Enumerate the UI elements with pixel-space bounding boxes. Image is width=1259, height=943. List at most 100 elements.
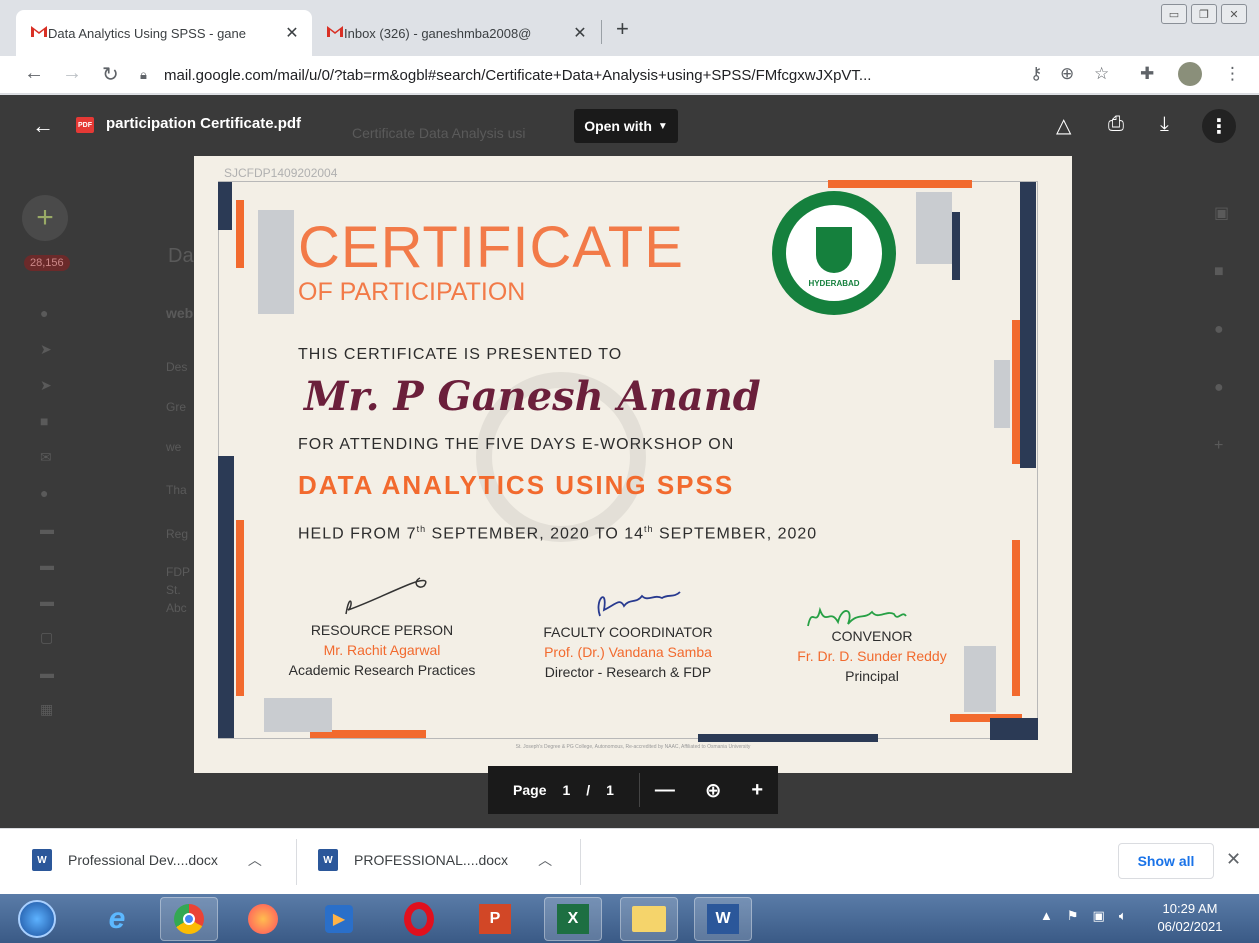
signatory-role: FACULTY COORDINATOR xyxy=(543,624,713,640)
decor-bar xyxy=(258,210,294,314)
chevron-up-icon[interactable]: ︿ xyxy=(538,850,552,870)
gmail-right-panel-icons: ▣ ■ ● ● + xyxy=(1214,205,1230,454)
tab-title: Data Analytics Using SPSS - gane xyxy=(48,25,246,41)
close-icon[interactable]: ✕ xyxy=(1226,849,1241,870)
action-center-icon[interactable]: ⚑ xyxy=(1067,908,1079,924)
start-button[interactable] xyxy=(8,897,66,941)
media-player-icon: ▶ xyxy=(325,905,353,933)
zoom-icon[interactable]: ⊕ xyxy=(1060,64,1074,84)
opera-icon xyxy=(404,902,434,936)
email-line: Gre xyxy=(166,400,187,414)
download-bar: W Professional Dev....docx ︿ W PROFESSIO… xyxy=(0,828,1259,894)
decor-bar xyxy=(1012,540,1020,696)
print-icon[interactable]: ⎙ xyxy=(1108,113,1124,136)
menu-icon[interactable]: ⋮ xyxy=(1224,64,1241,84)
taskbar-chrome[interactable] xyxy=(160,897,218,941)
download-item[interactable]: W Professional Dev....docx ︿ xyxy=(32,849,262,871)
viewer-header: ← PDF participation Certificate.pdf Open… xyxy=(0,95,1259,155)
zoom-reset-icon[interactable]: ⊕ xyxy=(705,778,722,803)
signatory-role: RESOURCE PERSON xyxy=(310,622,454,638)
profile-avatar[interactable] xyxy=(1178,62,1202,86)
taskbar-media-player[interactable]: ▶ xyxy=(310,897,368,941)
back-arrow-icon[interactable]: ← xyxy=(32,113,54,139)
close-tab-icon[interactable]: ✕ xyxy=(572,23,588,43)
zoom-in-icon[interactable]: + xyxy=(751,779,763,802)
signatory-name: Fr. Dr. D. Sunder Reddy xyxy=(797,648,947,664)
browser-tab-bar: Data Analytics Using SPSS - gane ✕ Inbox… xyxy=(0,0,1259,56)
email-line: St. xyxy=(166,583,181,597)
folder-icon xyxy=(632,906,666,932)
network-icon[interactable]: ▣ xyxy=(1093,908,1105,924)
system-tray: ▲ ⚑ ▣ 🔈︎ xyxy=(1040,908,1127,924)
clock-date: 06/02/2021 xyxy=(1157,919,1223,934)
taskbar-word[interactable]: W xyxy=(694,897,752,941)
download-icon[interactable]: ⤓ xyxy=(1160,113,1169,136)
held-dates: HELD FROM 7th SEPTEMBER, 2020 TO 14th SE… xyxy=(298,524,818,543)
pdf-file-icon: PDF xyxy=(76,117,94,133)
zoom-out-icon[interactable]: — xyxy=(655,779,675,802)
reload-icon[interactable]: ↻ xyxy=(102,62,119,87)
system-clock[interactable]: 10:29 AM 06/02/2021 xyxy=(1150,900,1230,936)
taskbar-explorer[interactable] xyxy=(620,897,678,941)
word-doc-icon: W xyxy=(32,849,52,871)
lock-icon: 🔒︎ xyxy=(140,67,147,82)
taskbar-ie[interactable]: e xyxy=(88,897,146,941)
volume-icon[interactable]: 🔈︎ xyxy=(1119,908,1127,924)
open-with-button[interactable]: Open with ▼ xyxy=(574,109,678,143)
restore-button[interactable]: ❐ xyxy=(1191,4,1217,24)
decor-bar xyxy=(264,698,332,732)
minimize-button[interactable]: ▭ xyxy=(1161,4,1187,24)
show-all-button[interactable]: Show all xyxy=(1118,843,1214,879)
new-tab-button[interactable]: + xyxy=(616,16,629,42)
back-icon[interactable]: ← xyxy=(24,62,44,85)
bookmark-star-icon[interactable]: ☆ xyxy=(1094,64,1109,84)
email-sender: web xyxy=(166,305,194,321)
decor-bar xyxy=(1020,182,1036,468)
certificate-id: SJCFDP1409202004 xyxy=(224,166,338,180)
college-seal-logo: HYDERABAD xyxy=(772,191,896,315)
email-line: Des xyxy=(166,360,188,374)
divider xyxy=(296,839,297,885)
close-window-button[interactable]: ✕ xyxy=(1221,4,1247,24)
windows-taskbar: e ▶ P X W ▲ ⚑ ▣ 🔈︎ 10:29 AM 06/02/2021 xyxy=(0,894,1259,943)
presented-to-text: THIS CERTIFICATE IS PRESENTED TO xyxy=(298,346,623,363)
key-icon[interactable]: ⚷ xyxy=(1030,64,1042,84)
decor-bar xyxy=(952,212,960,280)
tray-expand-icon[interactable]: ▲ xyxy=(1040,908,1053,924)
internet-explorer-icon: e xyxy=(108,902,126,935)
page-current[interactable]: 1 xyxy=(562,782,570,798)
compose-icon: + xyxy=(22,195,68,241)
address-bar[interactable]: 🔒︎ mail.google.com/mail/u/0/?tab=rm&ogbl… xyxy=(140,60,1010,90)
chrome-icon xyxy=(174,904,204,934)
decor-bar xyxy=(236,200,244,268)
add-to-drive-icon[interactable]: △ xyxy=(1056,113,1071,138)
decor-bar xyxy=(218,456,234,738)
signatory-designation: Director - Research & FDP xyxy=(544,664,712,680)
download-item[interactable]: W PROFESSIONAL....docx ︿ xyxy=(318,849,552,871)
tab-inbox[interactable]: Inbox (326) - ganeshmba2008@ ✕ xyxy=(312,10,600,56)
extensions-icon[interactable]: ✚ xyxy=(1140,64,1154,84)
decor-bar xyxy=(698,734,878,742)
certificate-page: SJCFDP1409202004 HYDERABAD CERTIFICATE O… xyxy=(194,156,1072,773)
decor-bar xyxy=(994,360,1010,428)
divider xyxy=(580,839,581,885)
forward-icon[interactable]: → xyxy=(62,62,82,85)
unread-count-badge: 28,156 xyxy=(24,255,70,271)
taskbar-opera[interactable] xyxy=(390,897,448,941)
close-tab-icon[interactable]: ✕ xyxy=(284,23,300,43)
page-total: 1 xyxy=(606,782,614,798)
taskbar-firefox[interactable] xyxy=(234,897,292,941)
signatory-designation: Principal xyxy=(845,668,899,684)
windows-orb-icon xyxy=(18,900,56,938)
download-file-name: Professional Dev....docx xyxy=(68,852,218,868)
decor-bar xyxy=(916,192,952,264)
taskbar-powerpoint[interactable]: P xyxy=(466,897,524,941)
powerpoint-icon: P xyxy=(479,904,511,934)
taskbar-excel[interactable]: X xyxy=(544,897,602,941)
more-options-icon[interactable]: ⋮ xyxy=(1202,109,1236,143)
signatory-resource-person: RESOURCE PERSON Mr. Rachit Agarwal Acade… xyxy=(264,622,500,678)
decor-bar xyxy=(828,180,972,188)
email-subject: Da xyxy=(168,245,194,267)
tab-data-analytics[interactable]: Data Analytics Using SPSS - gane ✕ xyxy=(16,10,312,56)
chevron-up-icon[interactable]: ︿ xyxy=(248,850,262,870)
